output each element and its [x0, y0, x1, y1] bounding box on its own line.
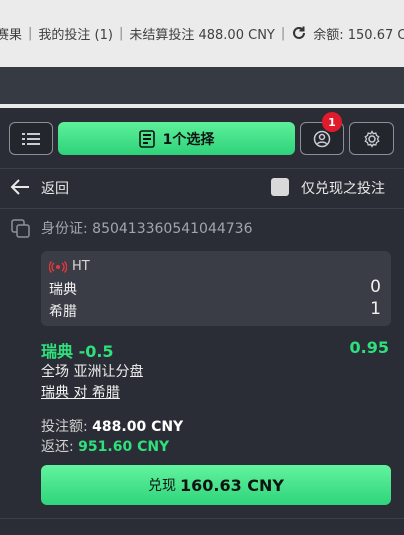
results-link[interactable]: 赛果: [0, 24, 22, 43]
separator: |: [28, 25, 33, 41]
home-team: 瑞典: [49, 282, 77, 298]
list-icon: [22, 132, 40, 145]
selection-tab-button[interactable]: 1个选择: [58, 122, 295, 155]
selection-name: 瑞典 -0.5: [41, 342, 114, 361]
cashout-only-label[interactable]: 仅兑现之投注: [301, 178, 385, 198]
market-name: 全场 亚洲让分盘: [41, 364, 144, 380]
nav-divider: [0, 208, 404, 209]
cashout-button[interactable]: 兑现 160.63 CNY: [41, 465, 391, 505]
refresh-icon[interactable]: [291, 25, 307, 41]
betslip-panel: 1个选择 1 返回 仅兑现之投注 身份证: 850413360541044736: [0, 108, 404, 535]
separator: |: [118, 25, 124, 41]
betslip-icon: [138, 129, 155, 148]
cashout-label: 兑现: [147, 478, 176, 494]
return-label: 返还:: [41, 439, 79, 455]
account-links: 赛果 | 我的投注 (1) | 未结算投注 488.00 CNY | 余额: 1…: [0, 22, 404, 44]
balance-text: 余额: 150.67 CNY: [313, 27, 404, 43]
selection-count-label: 1个选择: [162, 131, 215, 148]
toolbar-divider: [0, 168, 404, 169]
bottom-divider: [0, 518, 404, 519]
stake-value: 488.00 CNY: [92, 419, 184, 435]
event-link[interactable]: 瑞典 对 希腊: [41, 382, 120, 402]
gear-icon: [363, 129, 380, 148]
cashout-value: 160.63 CNY: [179, 475, 285, 495]
settings-button[interactable]: [349, 122, 394, 155]
score-card: HT 瑞典 0 希腊 1: [41, 251, 391, 326]
stake-row: 投注额: 488.00 CNY: [41, 416, 183, 436]
copy-icon[interactable]: [11, 219, 30, 238]
user-icon: [313, 130, 331, 147]
cashout-only-checkbox[interactable]: [271, 178, 289, 196]
my-bets-link[interactable]: 我的投注 (1): [38, 24, 113, 43]
back-arrow-icon[interactable]: [10, 178, 30, 196]
stake-label: 投注额:: [41, 419, 93, 435]
back-label[interactable]: 返回: [41, 178, 69, 198]
unsettled-bets-link[interactable]: 未结算投注 488.00 CNY: [129, 24, 275, 43]
bet-id: 身份证: 850413360541044736: [41, 221, 253, 237]
home-score: 0: [370, 277, 381, 297]
period-indicator: HT: [49, 259, 90, 274]
list-view-button[interactable]: [9, 122, 53, 155]
separator: |: [280, 25, 286, 41]
top-account-bar: 赛果 | 我的投注 (1) | 未结算投注 488.00 CNY | 余额: 1…: [0, 0, 404, 67]
notification-badge: 1: [322, 112, 342, 132]
live-icon: [49, 260, 67, 273]
away-score: 1: [370, 299, 381, 319]
selection-odds: 0.95: [349, 338, 389, 357]
return-value: 951.60 CNY: [78, 439, 170, 455]
away-team: 希腊: [49, 304, 77, 320]
period-label: HT: [72, 259, 90, 274]
nav-strip: [0, 67, 404, 104]
return-row: 返还: 951.60 CNY: [41, 436, 169, 456]
